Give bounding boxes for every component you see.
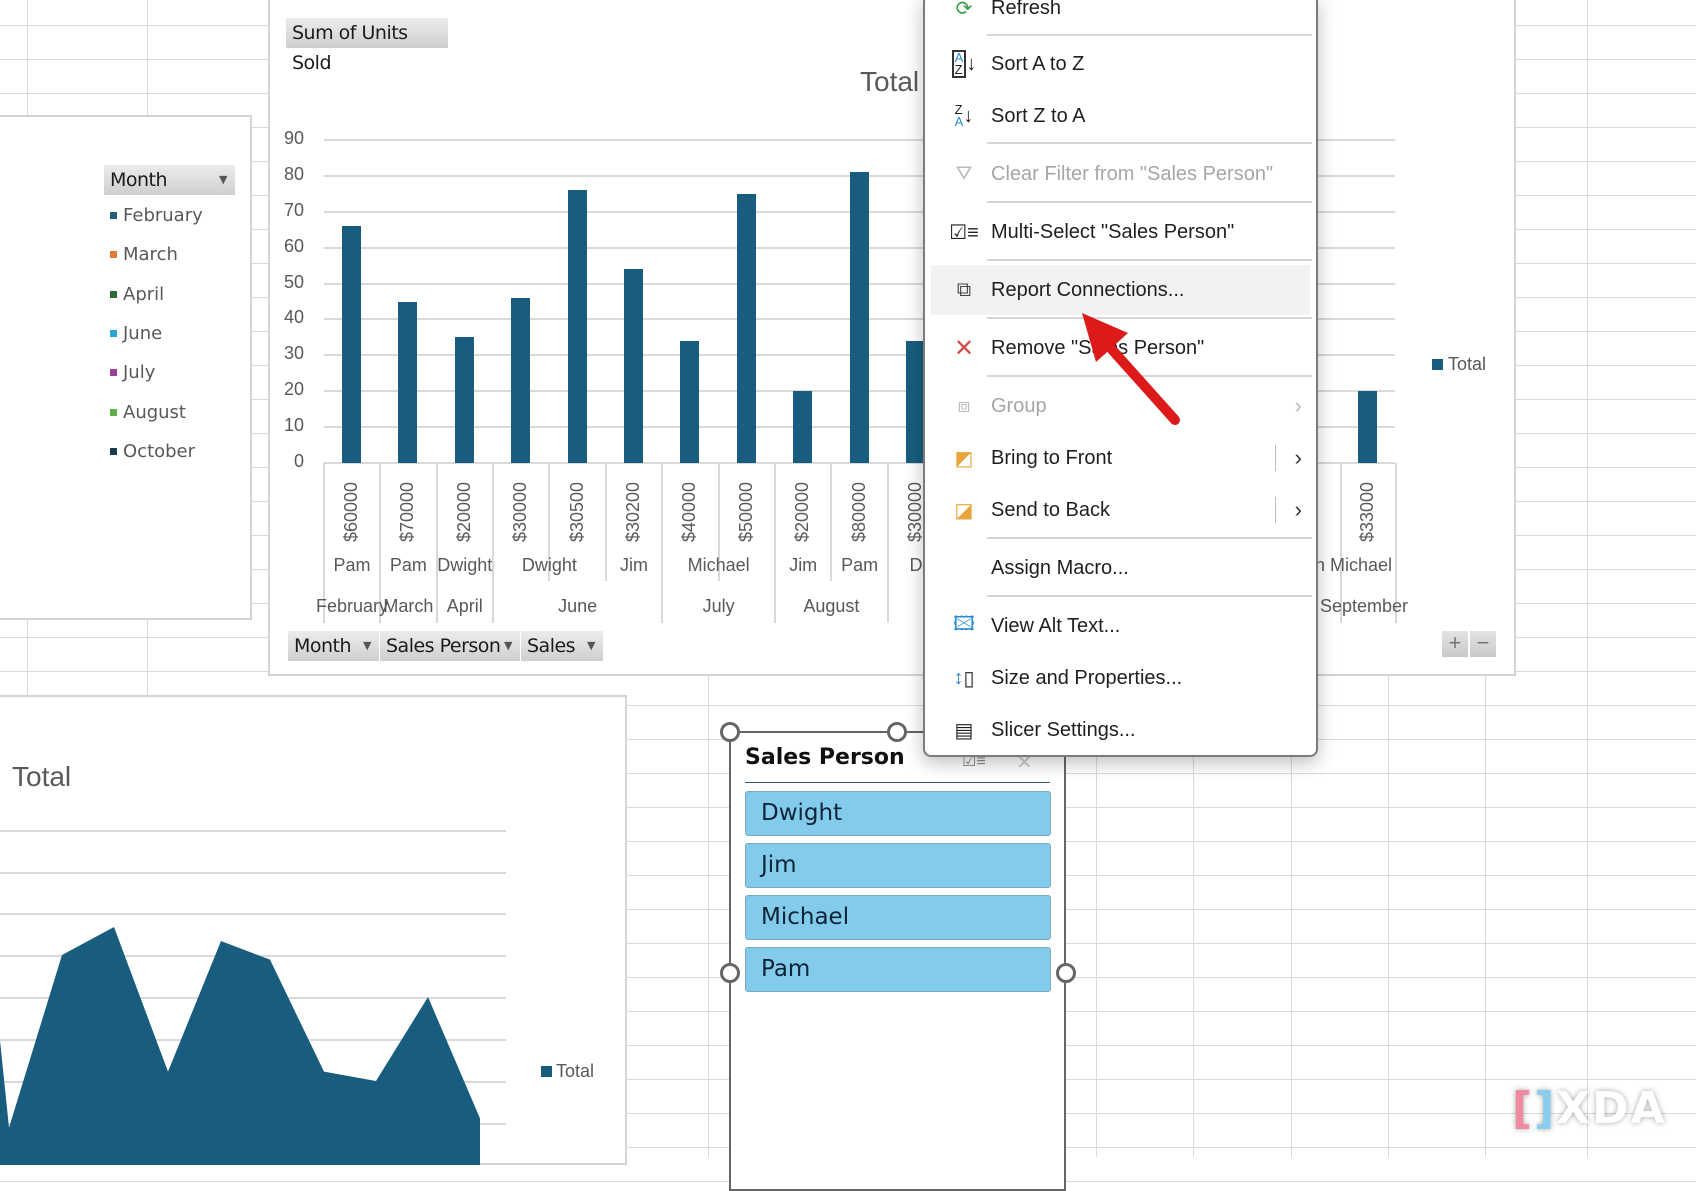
- watermark-text: XDA: [1556, 1083, 1667, 1134]
- red-annotation-arrow: [1082, 313, 1180, 425]
- xda-watermark: []XDA: [1512, 1083, 1667, 1134]
- watermark-bracket-left: [: [1512, 1083, 1535, 1134]
- watermark-bracket-right: ]: [1534, 1083, 1557, 1134]
